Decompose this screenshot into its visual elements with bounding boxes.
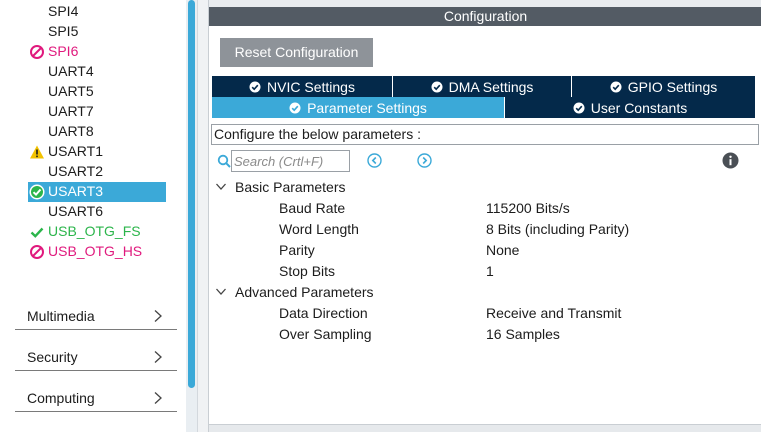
chevron-down-icon[interactable] xyxy=(215,182,227,192)
peripheral-item-uart7[interactable]: UART7 xyxy=(28,102,166,122)
panel-title: Configuration xyxy=(209,0,761,26)
param-name: Data Direction xyxy=(279,305,368,321)
peripheral-label: USB_OTG_FS xyxy=(48,223,141,239)
peripheral-label: UART5 xyxy=(48,83,94,99)
peripheral-item-spi5[interactable]: SPI5 xyxy=(28,22,166,42)
prohibited-icon xyxy=(30,245,44,259)
param-value[interactable]: 115200 Bits/s xyxy=(486,200,570,216)
check-icon xyxy=(29,184,45,200)
param-value[interactable]: 8 Bits (including Parity) xyxy=(486,221,629,237)
param-name: Parity xyxy=(279,242,315,258)
peripheral-label: SPI4 xyxy=(48,3,79,19)
peripheral-label: USART6 xyxy=(48,203,103,219)
param-row-over-sampling[interactable]: Over Sampling 16 Samples xyxy=(279,325,759,345)
check-icon xyxy=(573,102,585,113)
peripheral-label: UART4 xyxy=(48,63,94,79)
param-value[interactable]: None xyxy=(486,242,519,258)
peripheral-item-usb-otg-fs[interactable]: USB_OTG_FS xyxy=(28,222,166,242)
category-security[interactable]: Security xyxy=(15,331,177,371)
peripheral-item-uart8[interactable]: UART8 xyxy=(28,122,166,142)
check-icon xyxy=(610,81,622,92)
peripheral-label: UART8 xyxy=(48,123,94,139)
tab-gpio-settings[interactable]: GPIO Settings xyxy=(572,76,756,97)
peripheral-label: SPI6 xyxy=(48,43,79,59)
warning-triangle-icon xyxy=(30,145,44,159)
tab-dma-settings[interactable]: DMA Settings xyxy=(393,76,572,97)
peripheral-label: USART3 xyxy=(48,183,103,199)
category-computing[interactable]: Computing xyxy=(15,372,177,412)
search-input[interactable] xyxy=(231,150,350,172)
configure-instructions: Configure the below parameters : xyxy=(211,124,759,145)
param-value[interactable]: Receive and Transmit xyxy=(486,305,621,321)
tab-label: GPIO Settings xyxy=(627,78,718,95)
peripheral-item-usb-otg-hs[interactable]: USB_OTG_HS xyxy=(28,242,166,262)
param-name: Over Sampling xyxy=(279,326,372,342)
search-icon[interactable] xyxy=(217,154,231,168)
peripheral-item-uart5[interactable]: UART5 xyxy=(28,82,166,102)
peripheral-label: SPI5 xyxy=(48,23,79,39)
category-label: Computing xyxy=(27,390,95,406)
check-icon xyxy=(249,81,261,92)
peripheral-item-spi6[interactable]: SPI6 xyxy=(28,42,166,62)
peripheral-item-uart4[interactable]: UART4 xyxy=(28,62,166,82)
peripheral-label: UART7 xyxy=(48,103,94,119)
param-row-parity[interactable]: Parity None xyxy=(279,241,759,261)
chevron-down-icon[interactable] xyxy=(215,287,227,297)
check-icon xyxy=(431,81,443,92)
tab-label: Parameter Settings xyxy=(307,99,427,116)
next-icon[interactable] xyxy=(417,153,432,168)
peripheral-label: USART1 xyxy=(48,143,103,159)
check-icon xyxy=(30,227,44,238)
category-label: Multimedia xyxy=(27,308,95,324)
group-label: Basic Parameters xyxy=(235,179,346,195)
category-label: Security xyxy=(27,349,78,365)
scrollbar-thumb[interactable] xyxy=(188,0,195,388)
configuration-panel: Configuration Reset Configuration NVIC S… xyxy=(208,0,761,432)
tab-label: User Constants xyxy=(590,99,688,116)
peripheral-item-usart1[interactable]: USART1 xyxy=(28,142,166,162)
tab-parameter-settings[interactable]: Parameter Settings xyxy=(212,97,505,118)
reset-configuration-button[interactable]: Reset Configuration xyxy=(220,38,373,67)
chevron-right-icon xyxy=(154,351,162,363)
tab-label: NVIC Settings xyxy=(267,78,355,95)
param-name: Stop Bits xyxy=(279,263,336,279)
param-row-baud-rate[interactable]: Baud Rate 115200 Bits/s xyxy=(279,199,759,219)
prohibited-icon xyxy=(30,45,44,59)
peripheral-tree: SPI4 SPI5 SPI6 UART4 UART5 UART7 UART8 U… xyxy=(0,0,186,432)
chevron-right-icon xyxy=(154,310,162,322)
param-value[interactable]: 1 xyxy=(486,263,494,279)
param-value[interactable]: 16 Samples xyxy=(486,326,560,342)
peripheral-label: USART2 xyxy=(48,163,103,179)
peripheral-item-usart2[interactable]: USART2 xyxy=(28,162,166,182)
peripheral-item-spi4[interactable]: SPI4 xyxy=(28,2,166,22)
param-row-stop-bits[interactable]: Stop Bits 1 xyxy=(279,262,759,282)
param-name: Word Length xyxy=(279,221,359,237)
panel-splitter[interactable] xyxy=(197,0,208,432)
check-icon xyxy=(289,102,301,113)
peripheral-item-usart6[interactable]: USART6 xyxy=(28,202,166,222)
group-label: Advanced Parameters xyxy=(235,284,374,300)
previous-icon[interactable] xyxy=(367,153,382,168)
peripheral-item-usart3[interactable]: USART3 xyxy=(28,182,166,202)
bottom-scroll-track xyxy=(209,424,761,432)
info-icon[interactable] xyxy=(722,152,739,169)
left-scrollbar[interactable] xyxy=(186,0,197,432)
tab-nvic-settings[interactable]: NVIC Settings xyxy=(212,76,393,97)
peripheral-label: USB_OTG_HS xyxy=(48,243,143,259)
param-name: Baud Rate xyxy=(279,200,346,216)
tab-user-constants[interactable]: User Constants xyxy=(505,97,756,118)
category-multimedia[interactable]: Multimedia xyxy=(15,290,177,330)
param-row-word-length[interactable]: Word Length 8 Bits (including Parity) xyxy=(279,220,759,240)
chevron-right-icon xyxy=(154,392,162,404)
tab-label: DMA Settings xyxy=(448,78,534,95)
param-row-data-direction[interactable]: Data Direction Receive and Transmit xyxy=(279,304,759,324)
